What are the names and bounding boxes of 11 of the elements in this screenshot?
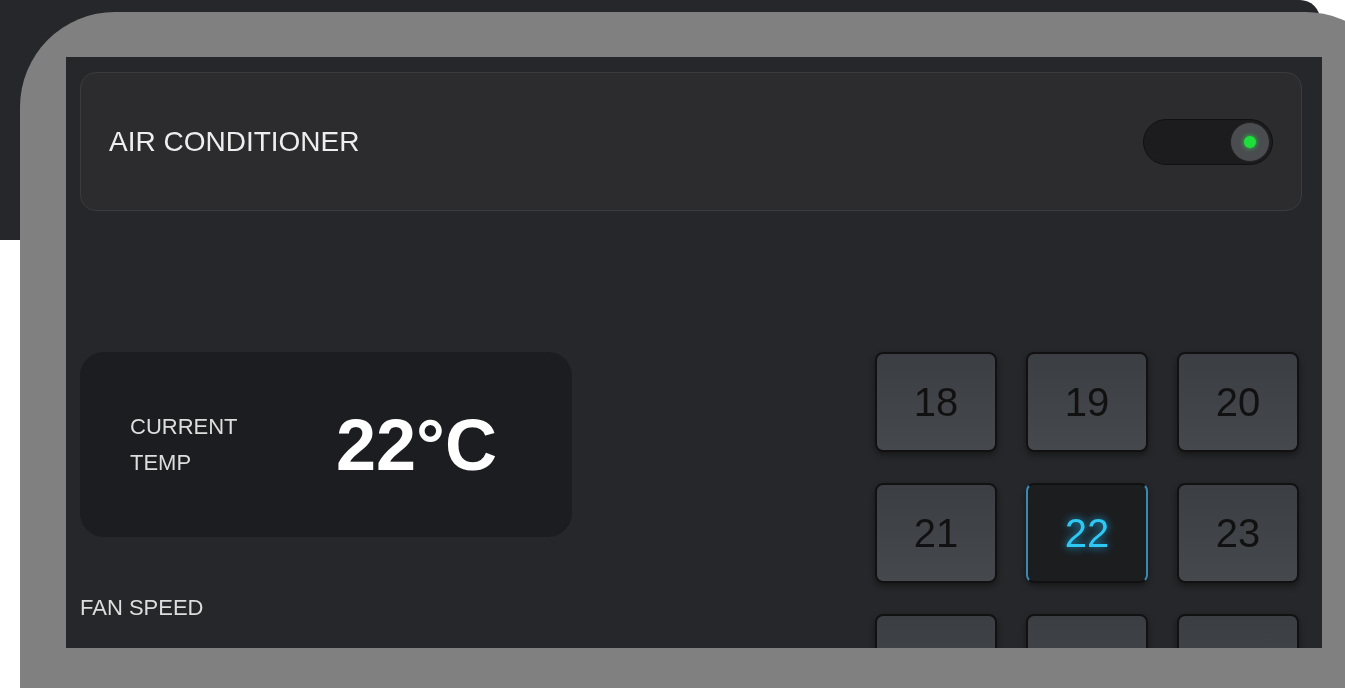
temperature-tile[interactable]: 23	[1177, 483, 1299, 583]
fan-speed-label: FAN SPEED	[80, 595, 205, 621]
temperature-label: CURRENT TEMP	[130, 412, 239, 477]
power-toggle[interactable]	[1143, 118, 1273, 165]
temperature-tile[interactable]: 18	[875, 352, 997, 452]
temperature-tile[interactable]: 20	[1177, 352, 1299, 452]
temperature-tile[interactable]: 19	[1026, 352, 1148, 452]
temperature-tile[interactable]: 21	[875, 483, 997, 583]
card-title: AIR CONDITIONER	[109, 125, 360, 158]
temperature-value: 22°C	[336, 403, 497, 486]
temperature-tile[interactable]: 22	[1026, 483, 1148, 583]
